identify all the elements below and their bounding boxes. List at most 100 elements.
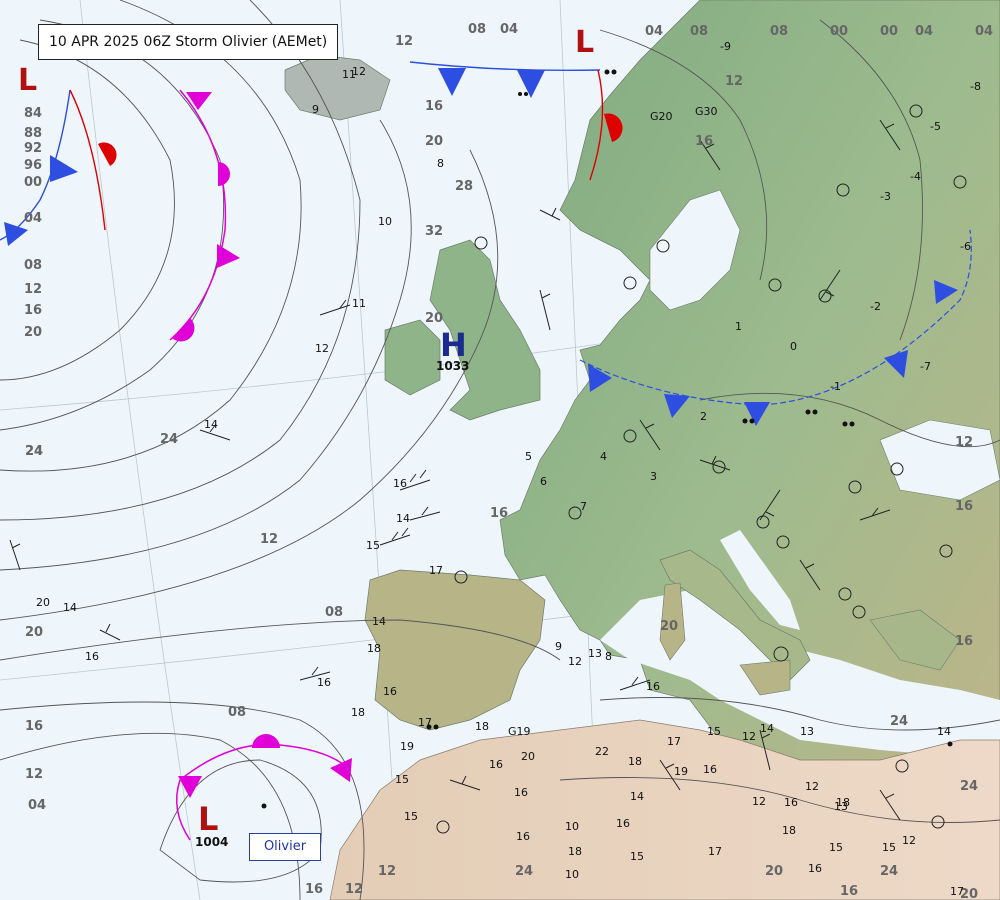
station-value: 8: [605, 650, 612, 663]
isobar-label: 04: [24, 211, 42, 226]
station-value: 14: [372, 615, 386, 628]
station-value: 18: [568, 845, 582, 858]
isobar-label: 08: [468, 22, 486, 37]
isobar-label: 88: [24, 126, 42, 141]
station-value: 15: [882, 841, 896, 854]
station-value: -2: [870, 300, 881, 313]
isobar-label: 08: [325, 605, 343, 620]
isobar-label: 00: [830, 24, 848, 39]
isobar-label: 04: [915, 24, 933, 39]
station-value: 18: [351, 706, 365, 719]
station-value: 19: [674, 765, 688, 778]
station-value: 13: [588, 647, 602, 660]
station-value: 17: [708, 845, 722, 858]
station-value: 10: [565, 868, 579, 881]
isobar-label: 16: [24, 303, 42, 318]
isobar-label: 12: [260, 532, 278, 547]
station-value: 13: [800, 725, 814, 738]
station-value: 12: [752, 795, 766, 808]
station-value: -5: [930, 120, 941, 133]
station-value: 20: [521, 750, 535, 763]
station-value: 14: [937, 725, 951, 738]
station-value: -9: [720, 40, 731, 53]
isobar-label: 00: [24, 175, 42, 190]
station-value: 12: [568, 655, 582, 668]
isobar-label: 24: [880, 864, 898, 879]
isobar-label: 16: [695, 134, 713, 149]
station-value: 2: [700, 410, 707, 423]
station-value: 16: [85, 650, 99, 663]
station-value: -1: [830, 380, 841, 393]
isobar-label: 20: [24, 325, 42, 340]
station-value: 16: [317, 676, 331, 689]
isobar-label: 16: [840, 884, 858, 899]
low-symbol: L: [575, 25, 594, 60]
isobar-label: 20: [660, 619, 678, 634]
isobar-label: 12: [725, 74, 743, 89]
station-value: 16: [393, 477, 407, 490]
station-value: 0: [790, 340, 797, 353]
station-value: G19: [508, 725, 531, 738]
station-value: 16: [703, 763, 717, 776]
station-value: 14: [204, 418, 218, 431]
station-value: 18: [628, 755, 642, 768]
low-center-north: L: [575, 25, 594, 60]
station-value: -7: [920, 360, 931, 373]
isobar-label: 28: [455, 179, 473, 194]
isobar-label: 32: [425, 224, 443, 239]
station-value: 15: [366, 539, 380, 552]
station-value: 17: [429, 564, 443, 577]
low-symbol: L: [198, 800, 218, 838]
isobar-label: 20: [25, 625, 43, 640]
isobar-label: 08: [24, 258, 42, 273]
station-value: 12: [805, 780, 819, 793]
station-value: 15: [404, 810, 418, 823]
station-value: 16: [646, 680, 660, 693]
isobar-label: 24: [160, 432, 178, 447]
station-value: 18: [836, 796, 850, 809]
isobar-label: 16: [955, 499, 973, 514]
station-value: G20: [650, 110, 673, 123]
station-value: 17: [950, 885, 964, 898]
station-value: 12: [902, 834, 916, 847]
isobar-label: 92: [24, 141, 42, 156]
isobar-label: 24: [515, 864, 533, 879]
low-center-nw: L: [18, 63, 37, 98]
isobar-label: 12: [395, 34, 413, 49]
station-value: 14: [63, 601, 77, 614]
isobar-label: 12: [345, 882, 363, 897]
high-center: H 1033: [436, 326, 469, 373]
weather-map: 84 88 92 96 00 04 08 12 16 20 08 04 12 16 20 24 28 32 20 24…: [0, 0, 1000, 900]
isobar-label: 16: [955, 634, 973, 649]
isobar-label: 12: [378, 864, 396, 879]
isobar-label: 16: [305, 882, 323, 897]
station-value: 16: [383, 685, 397, 698]
isobar-label: 00: [880, 24, 898, 39]
isobar-label: 20: [425, 134, 443, 149]
isobar-label: 24: [960, 779, 978, 794]
station-value: -8: [970, 80, 981, 93]
isobar-label: 24: [25, 444, 43, 459]
station-value: 9: [555, 640, 562, 653]
station-value: 15: [630, 850, 644, 863]
isobar-label: 04: [975, 24, 993, 39]
station-value: -6: [960, 240, 971, 253]
station-value: 16: [489, 758, 503, 771]
station-value: 20: [36, 596, 50, 609]
isobar-label: 04: [645, 24, 663, 39]
station-value: 10: [565, 820, 579, 833]
station-value: 5: [525, 450, 532, 463]
station-value: 14: [630, 790, 644, 803]
station-value: 7: [580, 500, 587, 513]
station-value: 18: [367, 642, 381, 655]
station-value: 16: [516, 830, 530, 843]
isobar-label: 20: [765, 864, 783, 879]
station-value: G30: [695, 105, 718, 118]
isobar-label: 20: [425, 311, 443, 326]
station-value: 15: [395, 773, 409, 786]
station-value: 12: [315, 342, 329, 355]
isobar-label: 96: [24, 158, 42, 173]
station-value: 22: [595, 745, 609, 758]
station-value: 9: [312, 103, 319, 116]
isobar-label: 08: [690, 24, 708, 39]
